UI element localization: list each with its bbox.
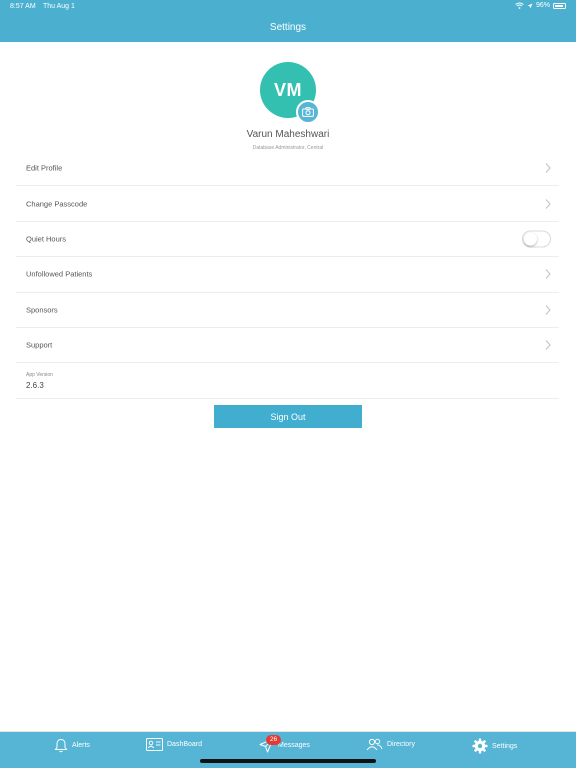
wifi-icon bbox=[515, 2, 524, 9]
status-time: 8:57 AM bbox=[10, 3, 36, 10]
camera-icon bbox=[302, 107, 314, 117]
chevron-right-icon bbox=[545, 163, 551, 174]
chevron-right-icon bbox=[545, 340, 551, 351]
home-indicator bbox=[200, 759, 376, 763]
menu-item-label: Edit Profile bbox=[26, 163, 63, 173]
user-name: Varun Maheshwari bbox=[246, 129, 330, 140]
toggle-knob bbox=[524, 232, 537, 246]
tab-label: Settings bbox=[492, 742, 518, 750]
tab-directory[interactable]: Directory bbox=[366, 738, 415, 751]
messages-badge: 26 bbox=[266, 735, 281, 745]
tab-label: Alerts bbox=[72, 742, 90, 749]
messages-icon-wrap: 26 bbox=[259, 735, 281, 753]
change-photo-button[interactable] bbox=[296, 100, 320, 124]
people-icon bbox=[366, 738, 383, 751]
quiet-hours-toggle[interactable] bbox=[522, 230, 551, 248]
menu-item-label: Unfollowed Patients bbox=[26, 269, 93, 279]
dashboard-card-icon bbox=[146, 738, 163, 751]
status-bar: 8:57 AM Thu Aug 1 96% bbox=[0, 0, 576, 14]
status-right: 96% bbox=[515, 2, 566, 9]
menu-item-quiet-hours: Quiet Hours bbox=[16, 222, 559, 258]
chevron-right-icon bbox=[545, 304, 551, 315]
bell-icon bbox=[54, 738, 68, 753]
nav-bar: Settings bbox=[0, 14, 576, 42]
menu-item-sponsors[interactable]: Sponsors bbox=[16, 293, 559, 328]
status-date: Thu Aug 1 bbox=[43, 3, 75, 10]
menu-item-label: Support bbox=[26, 340, 53, 350]
tab-label: DashBoard bbox=[167, 741, 203, 748]
tab-dashboard[interactable]: DashBoard bbox=[146, 738, 202, 751]
app-version-value: 2.6.3 bbox=[26, 381, 44, 390]
tab-alerts[interactable]: Alerts bbox=[54, 738, 90, 753]
menu-item-unfollowed-patients[interactable]: Unfollowed Patients bbox=[16, 257, 559, 293]
battery-percent: 96% bbox=[535, 2, 550, 9]
chevron-right-icon bbox=[545, 198, 551, 209]
menu-item-support[interactable]: Support bbox=[16, 328, 559, 364]
tab-label: Messages bbox=[278, 742, 310, 749]
tab-settings[interactable]: Settings bbox=[472, 738, 517, 754]
chevron-right-icon bbox=[545, 269, 551, 280]
app-version-row: App Version 2.6.3 bbox=[16, 364, 559, 399]
battery-icon bbox=[553, 2, 566, 9]
profile-avatar-area: VM bbox=[260, 62, 320, 124]
sign-out-button[interactable]: Sign Out bbox=[214, 405, 362, 428]
menu-item-change-passcode[interactable]: Change Passcode bbox=[16, 186, 559, 222]
menu-item-label: Quiet Hours bbox=[26, 234, 67, 244]
menu-item-edit-profile[interactable]: Edit Profile bbox=[16, 151, 559, 187]
location-icon bbox=[527, 3, 533, 8]
tab-messages[interactable]: 26 Messages bbox=[259, 735, 310, 753]
menu-item-label: Change Passcode bbox=[26, 199, 88, 209]
app-version-label: App Version bbox=[26, 372, 53, 378]
page-title: Settings bbox=[269, 22, 307, 33]
gear-icon bbox=[472, 738, 488, 754]
menu-item-label: Sponsors bbox=[26, 305, 58, 315]
settings-menu: Edit Profile Change Passcode Quiet Hours… bbox=[16, 151, 559, 364]
tab-label: Directory bbox=[387, 741, 416, 748]
